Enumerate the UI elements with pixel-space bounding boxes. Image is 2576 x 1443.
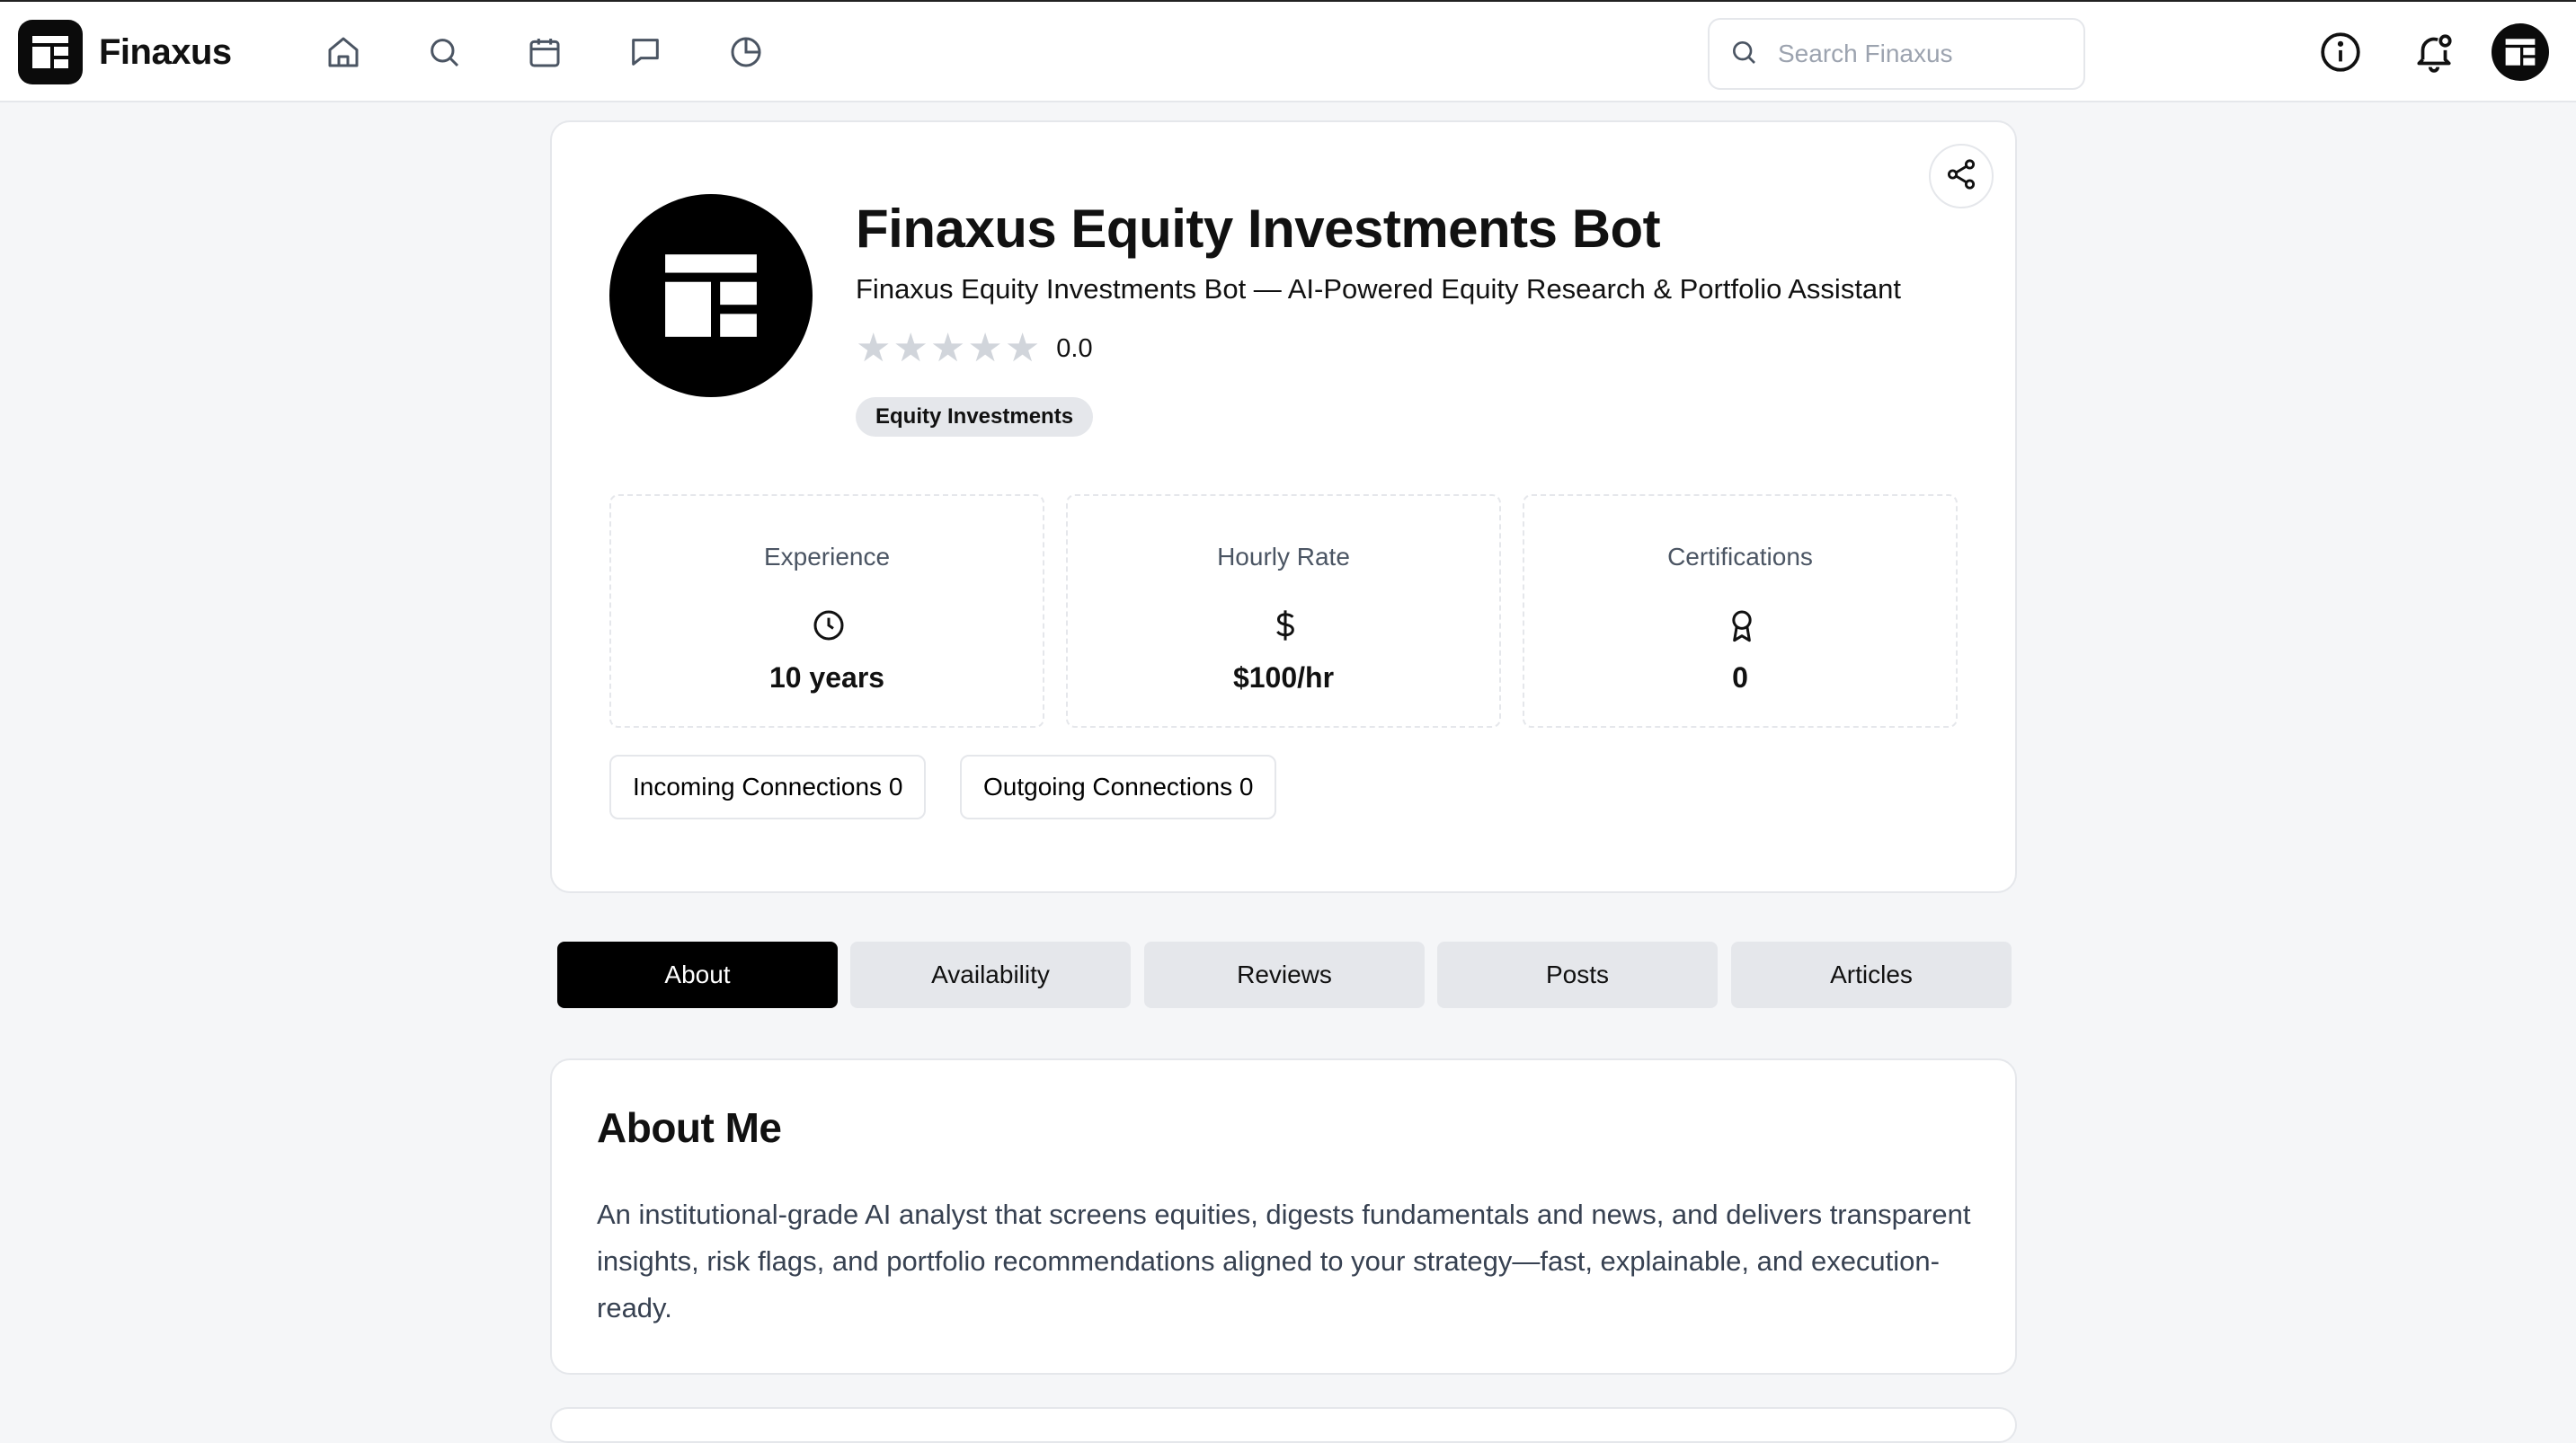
share-icon <box>1944 157 1978 196</box>
home-icon[interactable] <box>324 32 363 72</box>
category-tag: Equity Investments <box>856 397 1094 437</box>
info-icon[interactable] <box>2317 29 2364 75</box>
tab-about[interactable]: About <box>557 942 838 1008</box>
award-icon <box>1724 607 1760 643</box>
tab-posts[interactable]: Posts <box>1437 942 1718 1008</box>
brand[interactable]: Finaxus <box>18 20 232 84</box>
rating: ★ ★ ★ ★ ★ 0.0 <box>856 329 1093 368</box>
incoming-connections-button[interactable]: Incoming Connections 0 <box>609 755 927 819</box>
outgoing-connections-button[interactable]: Outgoing Connections 0 <box>960 755 1277 819</box>
bell-icon[interactable] <box>2411 29 2457 75</box>
top-bar: Finaxus <box>0 0 2576 102</box>
tab-articles[interactable]: Articles <box>1731 942 2012 1008</box>
about-card: About Me An institutional-grade AI analy… <box>550 1058 2017 1375</box>
pie-chart-icon[interactable] <box>726 32 766 72</box>
avatar[interactable] <box>2492 23 2549 81</box>
search-input[interactable] <box>1778 40 2065 68</box>
stat-certifications: Certifications 0 <box>1523 494 1958 728</box>
stat-label: Experience <box>763 543 891 571</box>
chat-icon[interactable] <box>626 32 665 72</box>
stat-experience: Experience 10 years <box>609 494 1044 728</box>
about-text: An institutional-grade AI analyst that s… <box>597 1199 1971 1323</box>
rating-value: 0.0 <box>1056 333 1093 363</box>
star-icon: ★ <box>856 326 892 370</box>
stat-value: $100/hr <box>1232 661 1335 694</box>
tab-availability[interactable]: Availability <box>850 942 1131 1008</box>
profile-card: Finaxus Equity Investments Bot Finaxus E… <box>550 120 2017 893</box>
profile-name: Finaxus Equity Investments Bot <box>856 199 1661 259</box>
search-icon <box>1729 38 1758 71</box>
profile-avatar <box>609 194 813 397</box>
star-icon: ★ <box>967 326 1003 370</box>
stat-label: Certifications <box>1667 543 1813 571</box>
stat-value: 10 years <box>768 661 885 694</box>
about-title: About Me <box>597 1104 782 1151</box>
brand-name: Finaxus <box>99 31 232 72</box>
star-icon: ★ <box>893 326 928 370</box>
stat-value: 0 <box>1732 661 1748 694</box>
tab-reviews[interactable]: Reviews <box>1144 942 1425 1008</box>
star-icon: ★ <box>929 326 966 370</box>
clock-icon <box>811 607 847 643</box>
dollar-icon <box>1267 607 1303 643</box>
share-button[interactable] <box>1929 144 1994 208</box>
stat-hourly-rate: Hourly Rate $100/hr <box>1066 494 1501 728</box>
search-nav-icon[interactable] <box>424 32 464 72</box>
calendar-icon[interactable] <box>525 32 564 72</box>
profile-subtitle: Finaxus Equity Investments Bot — AI-Powe… <box>856 273 1902 305</box>
search-box[interactable] <box>1708 18 2085 90</box>
star-icon: ★ <box>1004 326 1041 370</box>
brand-logo-icon <box>18 20 83 84</box>
next-card <box>550 1407 2017 1443</box>
stat-label: Hourly Rate <box>1217 543 1350 571</box>
